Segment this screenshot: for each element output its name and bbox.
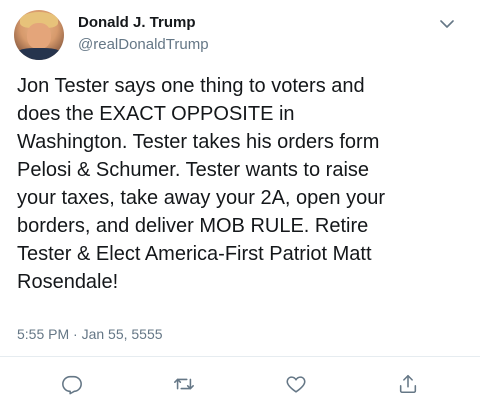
divider	[0, 356, 480, 357]
author-name[interactable]: Donald J. Trump	[78, 14, 196, 31]
tweet-text: Jon Tester says one thing to voters and …	[17, 75, 385, 293]
heart-icon[interactable]	[284, 372, 308, 396]
tweet-timestamp[interactable]: 5:55 PM · Jan 55, 5555	[17, 326, 163, 342]
avatar[interactable]	[14, 10, 64, 60]
avatar-suit	[14, 48, 64, 60]
tweet-card: Donald J. Trump @realDonaldTrump Jon Tes…	[0, 0, 480, 410]
reply-icon[interactable]	[60, 372, 84, 396]
author-handle[interactable]: @realDonaldTrump	[78, 36, 209, 53]
retweet-icon[interactable]	[172, 372, 196, 396]
share-icon[interactable]	[396, 372, 420, 396]
action-bar	[0, 372, 480, 398]
chevron-down-icon[interactable]	[440, 16, 454, 28]
avatar-face	[27, 23, 51, 49]
